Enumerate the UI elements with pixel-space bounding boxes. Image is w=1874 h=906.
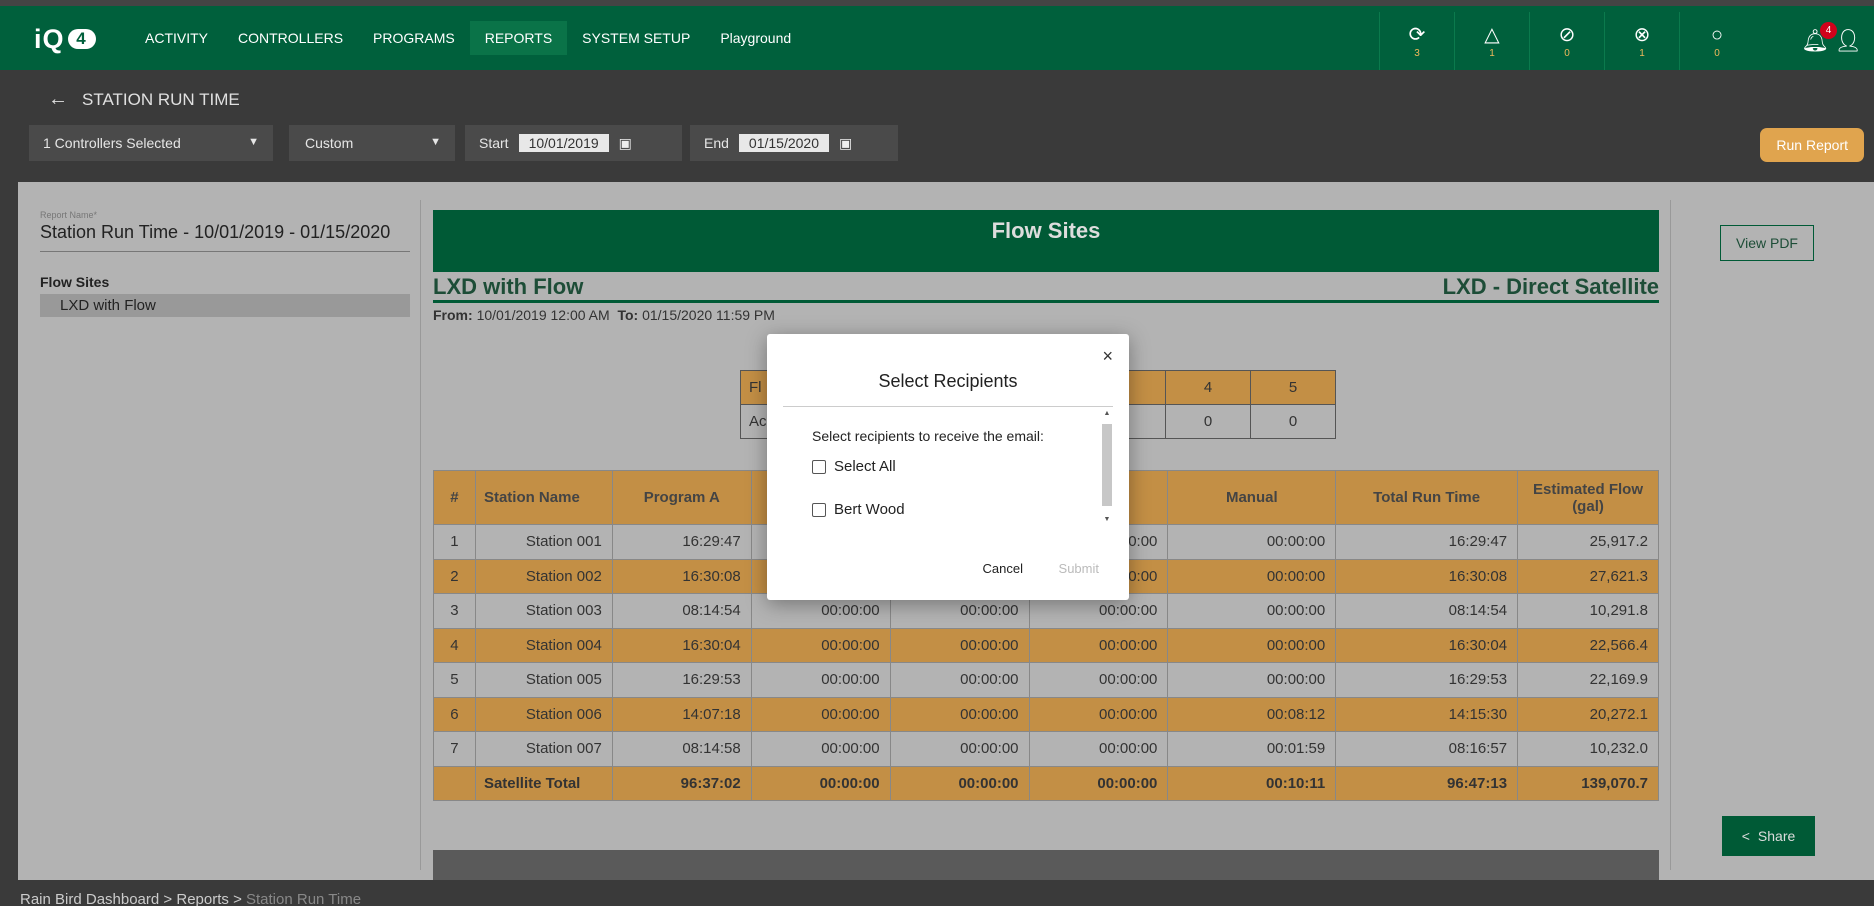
controllers-select[interactable]: 1 Controllers Selected ▼: [29, 125, 273, 161]
view-pdf-button[interactable]: View PDF: [1720, 225, 1814, 261]
table-footer: [433, 850, 1659, 880]
end-date-field: End 01/15/2020 ▣: [690, 125, 898, 161]
nav-reports[interactable]: REPORTS: [469, 21, 568, 55]
caret-down-icon: ▼: [248, 136, 259, 148]
run-report-button[interactable]: Run Report: [1760, 128, 1864, 162]
user-icon[interactable]: 👤︎: [1834, 28, 1862, 54]
error-icon: ⊗: [1633, 23, 1651, 46]
site-name: LXD with Flow: [433, 274, 584, 299]
scroll-thumb[interactable]: [1102, 424, 1112, 506]
nav-activity[interactable]: ACTIVITY: [130, 21, 223, 55]
page-title: STATION RUN TIME: [82, 89, 240, 109]
status-warning[interactable]: △ 1: [1454, 12, 1529, 70]
table-total-row: Satellite Total 96:37:02 00:00:00 00:00:00 0…: [433, 765, 1659, 801]
offline-icon: ○: [1710, 23, 1724, 46]
modal-title: Select Recipients: [878, 371, 1018, 391]
checkbox-icon: [812, 502, 826, 517]
report-banner: Flow Sites: [433, 210, 1659, 272]
status-icon-group: ⟳ 3 △ 1 ⊘ 0 ⊗ 1 ○ 0: [1379, 12, 1754, 70]
report-name-input[interactable]: Station Run Time - 10/01/2019 - 01/15/20…: [40, 222, 410, 252]
share-button[interactable]: < Share: [1722, 816, 1815, 856]
nav-playground[interactable]: Playground: [705, 21, 806, 55]
scroll-down-icon[interactable]: ▼: [1101, 516, 1113, 523]
table-row: 7 Station 007 08:14:58 00:00:00 00:00:00 00:0…: [433, 731, 1659, 767]
app-logo[interactable]: iQ 4: [34, 24, 96, 55]
nav-system-setup[interactable]: SYSTEM SETUP: [567, 21, 705, 55]
divider: [783, 406, 1113, 407]
report-name-label: Report Name*: [40, 210, 98, 220]
divider: [1670, 200, 1671, 870]
nav-controllers[interactable]: CONTROLLERS: [223, 21, 358, 55]
back-button[interactable]: ← STATION RUN TIME: [48, 88, 240, 111]
report-sidebar: Report Name* Station Run Time - 10/01/20…: [40, 210, 410, 317]
start-date-input[interactable]: 10/01/2019: [518, 134, 609, 152]
flow-sites-heading: Flow Sites: [40, 274, 110, 290]
arrow-left-icon: ←: [48, 88, 68, 110]
breadcrumb-reports[interactable]: Reports: [176, 891, 229, 906]
range-select[interactable]: Custom ▼: [289, 125, 455, 161]
breadcrumb: Rain Bird Dashboard > Reports > Station …: [0, 880, 1874, 906]
calendar-icon[interactable]: ▣: [619, 135, 632, 152]
recipient-checkbox[interactable]: Bert Wood: [812, 501, 1072, 518]
share-icon: <: [1741, 828, 1750, 844]
report-body: Flow Sites LXD with Flow LXD - Direct Sa…: [433, 210, 1659, 880]
modal-prompt: Select recipients to receive the email:: [812, 428, 1044, 444]
close-icon[interactable]: ×: [1102, 346, 1113, 367]
select-all-checkbox[interactable]: Select All: [812, 458, 1072, 475]
status-offline[interactable]: ○ 0: [1679, 12, 1754, 70]
divider: [420, 200, 421, 870]
main-nav: ACTIVITY CONTROLLERS PROGRAMS REPORTS SY…: [130, 21, 806, 55]
table-row: 4 Station 004 16:30:04 00:00:00 00:00:00 00:0…: [433, 627, 1659, 663]
select-recipients-modal: × Select Recipients Select recipients to…: [767, 334, 1129, 600]
scroll-up-icon[interactable]: ▲: [1101, 410, 1113, 417]
breadcrumb-current: Station Run Time: [246, 891, 362, 906]
submit-button[interactable]: Submit: [1059, 561, 1099, 576]
nav-programs[interactable]: PROGRAMS: [358, 21, 470, 55]
flow-site-item[interactable]: LXD with Flow: [40, 294, 410, 317]
status-no-comm[interactable]: ⊘ 0: [1529, 12, 1604, 70]
calendar-icon[interactable]: ▣: [839, 135, 852, 152]
start-date-field: Start 10/01/2019 ▣: [465, 125, 682, 161]
date-range: From: 10/01/2019 12:00 AM To: 01/15/2020…: [433, 307, 775, 323]
site-type: LXD - Direct Satellite: [1442, 274, 1659, 299]
end-date-input[interactable]: 01/15/2020: [738, 134, 829, 152]
top-nav-bar: iQ 4 ACTIVITY CONTROLLERS PROGRAMS REPORT…: [0, 0, 1874, 70]
status-sync[interactable]: ⟳ 3: [1379, 12, 1454, 70]
table-row: 5 Station 005 16:29:53 00:00:00 00:00:00 00:0…: [433, 662, 1659, 698]
site-header: LXD with Flow LXD - Direct Satellite: [433, 274, 1659, 303]
modal-scrollbar[interactable]: ▲ ▼: [1101, 408, 1113, 523]
breadcrumb-root[interactable]: Rain Bird Dashboard: [20, 891, 159, 906]
recipient-list: Select recipients to receive the email: …: [812, 428, 1072, 518]
notifications-button[interactable]: 🔔︎ 4: [1801, 22, 1837, 54]
sync-icon: ⟳: [1408, 23, 1426, 46]
status-error[interactable]: ⊗ 1: [1604, 12, 1679, 70]
table-row: 6 Station 006 14:07:18 00:00:00 00:00:00 00:0…: [433, 696, 1659, 732]
no-comm-icon: ⊘: [1558, 23, 1576, 46]
report-toolbar: ← STATION RUN TIME 1 Controllers Selecte…: [0, 70, 1874, 182]
caret-down-icon: ▼: [430, 136, 441, 148]
warning-icon: △: [1484, 23, 1500, 46]
cancel-button[interactable]: Cancel: [983, 561, 1023, 576]
checkbox-icon: [812, 459, 826, 474]
